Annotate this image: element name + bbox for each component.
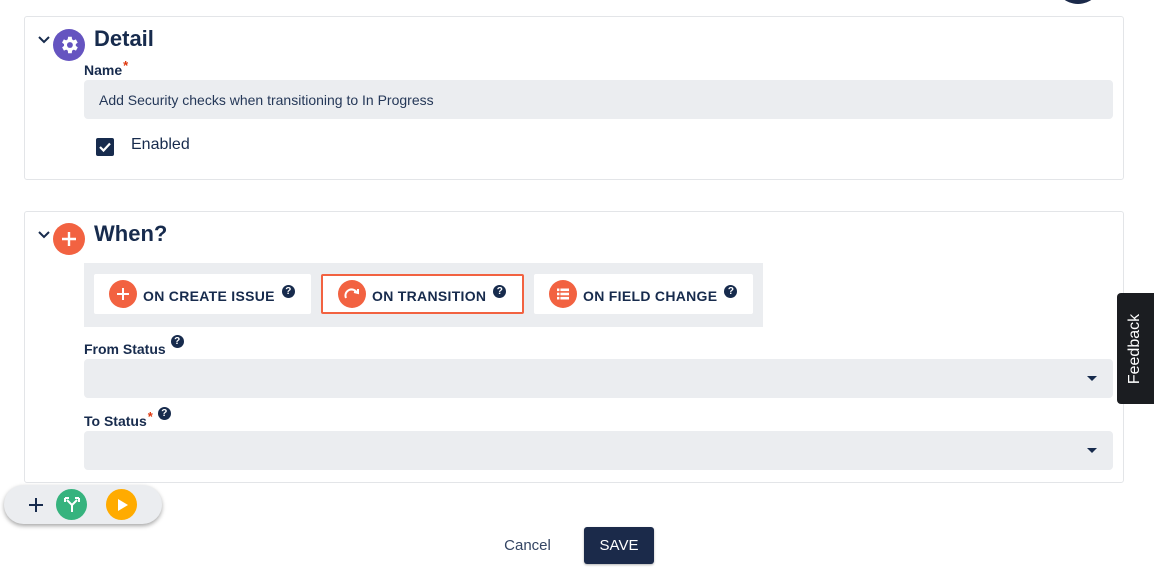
from-status-select[interactable]: [84, 359, 1113, 398]
feedback-tab[interactable]: Feedback: [1117, 293, 1154, 404]
save-button[interactable]: SAVE: [584, 527, 654, 564]
plus-icon: [109, 280, 137, 308]
when-panel: When? ON CREATE ISSUE ? ON TRANSITION ?: [24, 211, 1124, 483]
name-label: Name*: [84, 58, 128, 78]
floating-avatar-edge: [1054, 0, 1102, 4]
from-status-label: From Status?: [84, 335, 184, 357]
chevron-down-icon[interactable]: [37, 228, 51, 242]
help-icon[interactable]: ?: [493, 284, 507, 298]
from-status-label-text: From Status: [84, 341, 166, 357]
checkmark-icon: [99, 142, 111, 153]
list-icon: [549, 280, 577, 308]
trigger-selector: ON CREATE ISSUE ? ON TRANSITION ? ON FIE…: [84, 263, 763, 327]
help-icon[interactable]: ?: [157, 407, 171, 420]
to-status-label-text: To Status: [84, 413, 147, 429]
plus-circle-icon: [53, 223, 85, 255]
trigger-on-create-issue[interactable]: ON CREATE ISSUE ?: [94, 274, 311, 314]
name-label-text: Name: [84, 62, 123, 78]
branch-icon[interactable]: [56, 489, 87, 520]
chevron-down-icon: [1087, 376, 1097, 381]
name-input[interactable]: Add Security checks when transitioning t…: [84, 80, 1113, 119]
required-marker: *: [147, 409, 153, 424]
play-icon[interactable]: [106, 489, 137, 520]
detail-panel: Detail Name* Add Security checks when tr…: [24, 16, 1124, 180]
name-input-value: Add Security checks when transitioning t…: [99, 91, 434, 108]
chevron-down-icon[interactable]: [37, 33, 51, 47]
to-status-select[interactable]: [84, 431, 1113, 470]
help-icon[interactable]: ?: [281, 284, 295, 298]
enabled-label: Enabled: [131, 136, 190, 153]
trigger-on-transition[interactable]: ON TRANSITION ?: [321, 274, 524, 314]
when-title: When?: [94, 221, 168, 246]
floating-action-group: [4, 485, 162, 524]
gear-icon: [53, 29, 85, 61]
to-status-label: To Status*?: [84, 407, 171, 429]
trigger-label: ON FIELD CHANGE: [583, 288, 718, 304]
transition-arrow-icon: [338, 280, 366, 308]
trigger-label: ON CREATE ISSUE: [143, 288, 275, 304]
help-icon[interactable]: ?: [724, 284, 738, 298]
chevron-down-icon: [1087, 448, 1097, 453]
required-marker: *: [123, 58, 129, 73]
detail-title: Detail: [94, 26, 154, 51]
trigger-label: ON TRANSITION: [372, 288, 487, 304]
add-icon[interactable]: [20, 489, 51, 520]
trigger-on-field-change[interactable]: ON FIELD CHANGE ?: [534, 274, 753, 314]
feedback-label: Feedback: [1126, 313, 1144, 384]
help-icon[interactable]: ?: [170, 335, 184, 348]
cancel-button[interactable]: Cancel: [489, 527, 566, 563]
enabled-checkbox[interactable]: [96, 138, 114, 156]
